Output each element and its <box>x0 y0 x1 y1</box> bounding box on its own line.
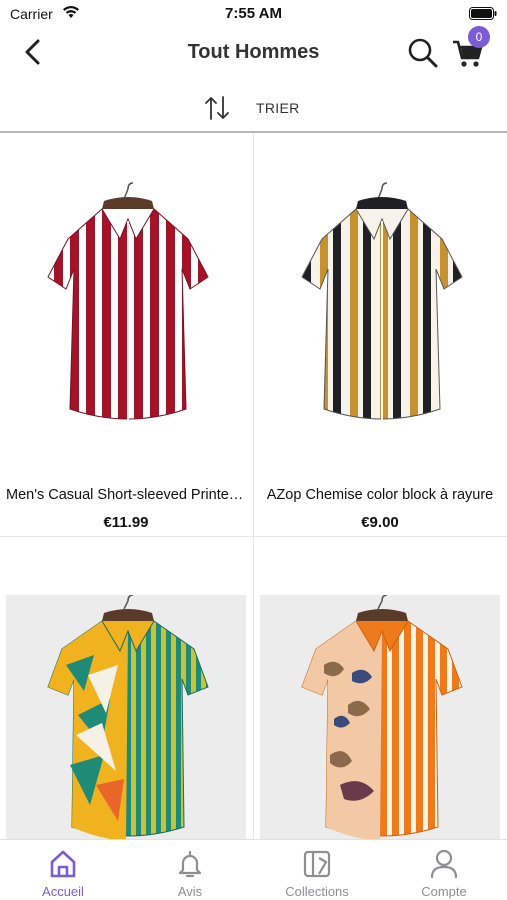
search-button[interactable] <box>406 36 440 70</box>
product-price: €11.99 <box>103 514 149 531</box>
sort-label: TRIER <box>256 100 300 116</box>
product-grid: Men's Casual Short-sleeved Printed Shirt… <box>0 133 507 839</box>
sort-button[interactable]: TRIER <box>204 92 314 124</box>
chevron-left-icon <box>25 39 40 65</box>
product-card[interactable]: AZop Chemise color block à rayure €9.00 <box>254 133 504 536</box>
collections-icon <box>303 850 331 878</box>
home-icon <box>50 850 76 878</box>
product-card[interactable] <box>254 537 504 839</box>
product-name: AZop Chemise color block à rayure <box>266 487 494 503</box>
navigation-bar: Tout Hommes 0 <box>0 26 507 78</box>
product-image <box>6 139 246 477</box>
product-card[interactable]: Men's Casual Short-sleeved Printed Shirt… <box>0 133 250 536</box>
tab-bar: Accueil Avis Collections Compte <box>0 839 507 900</box>
shirt-image <box>47 182 209 421</box>
cart-count-badge: 0 <box>468 26 490 48</box>
product-card[interactable] <box>0 537 250 839</box>
tab-label: Accueil <box>42 884 84 899</box>
product-name: Men's Casual Short-sleeved Printed Shirt <box>6 487 246 503</box>
back-button[interactable] <box>18 36 48 68</box>
sort-bar: TRIER <box>0 86 507 130</box>
shirt-image <box>47 595 209 839</box>
tab-label: Compte <box>421 884 467 899</box>
person-icon <box>430 849 458 879</box>
search-icon <box>408 38 438 68</box>
tab-label: Avis <box>177 884 203 899</box>
bell-icon <box>178 850 202 878</box>
status-time: 7:55 AM <box>225 5 282 22</box>
tab-accueil[interactable]: Accueil <box>0 840 126 900</box>
tab-compte[interactable]: Compte <box>381 840 507 900</box>
product-image <box>260 595 500 839</box>
battery-icon <box>469 7 497 20</box>
shirt-image <box>301 182 463 421</box>
product-price: €9.00 <box>361 514 399 531</box>
sort-arrows-icon <box>205 96 229 120</box>
product-image <box>6 595 246 839</box>
tab-label: Collections <box>285 884 349 899</box>
status-bar: Carrier 7:55 AM <box>0 0 507 28</box>
tab-avis[interactable]: Avis <box>127 840 253 900</box>
tab-collections[interactable]: Collections <box>254 840 380 900</box>
product-image <box>260 139 500 477</box>
shirt-image <box>301 595 463 839</box>
